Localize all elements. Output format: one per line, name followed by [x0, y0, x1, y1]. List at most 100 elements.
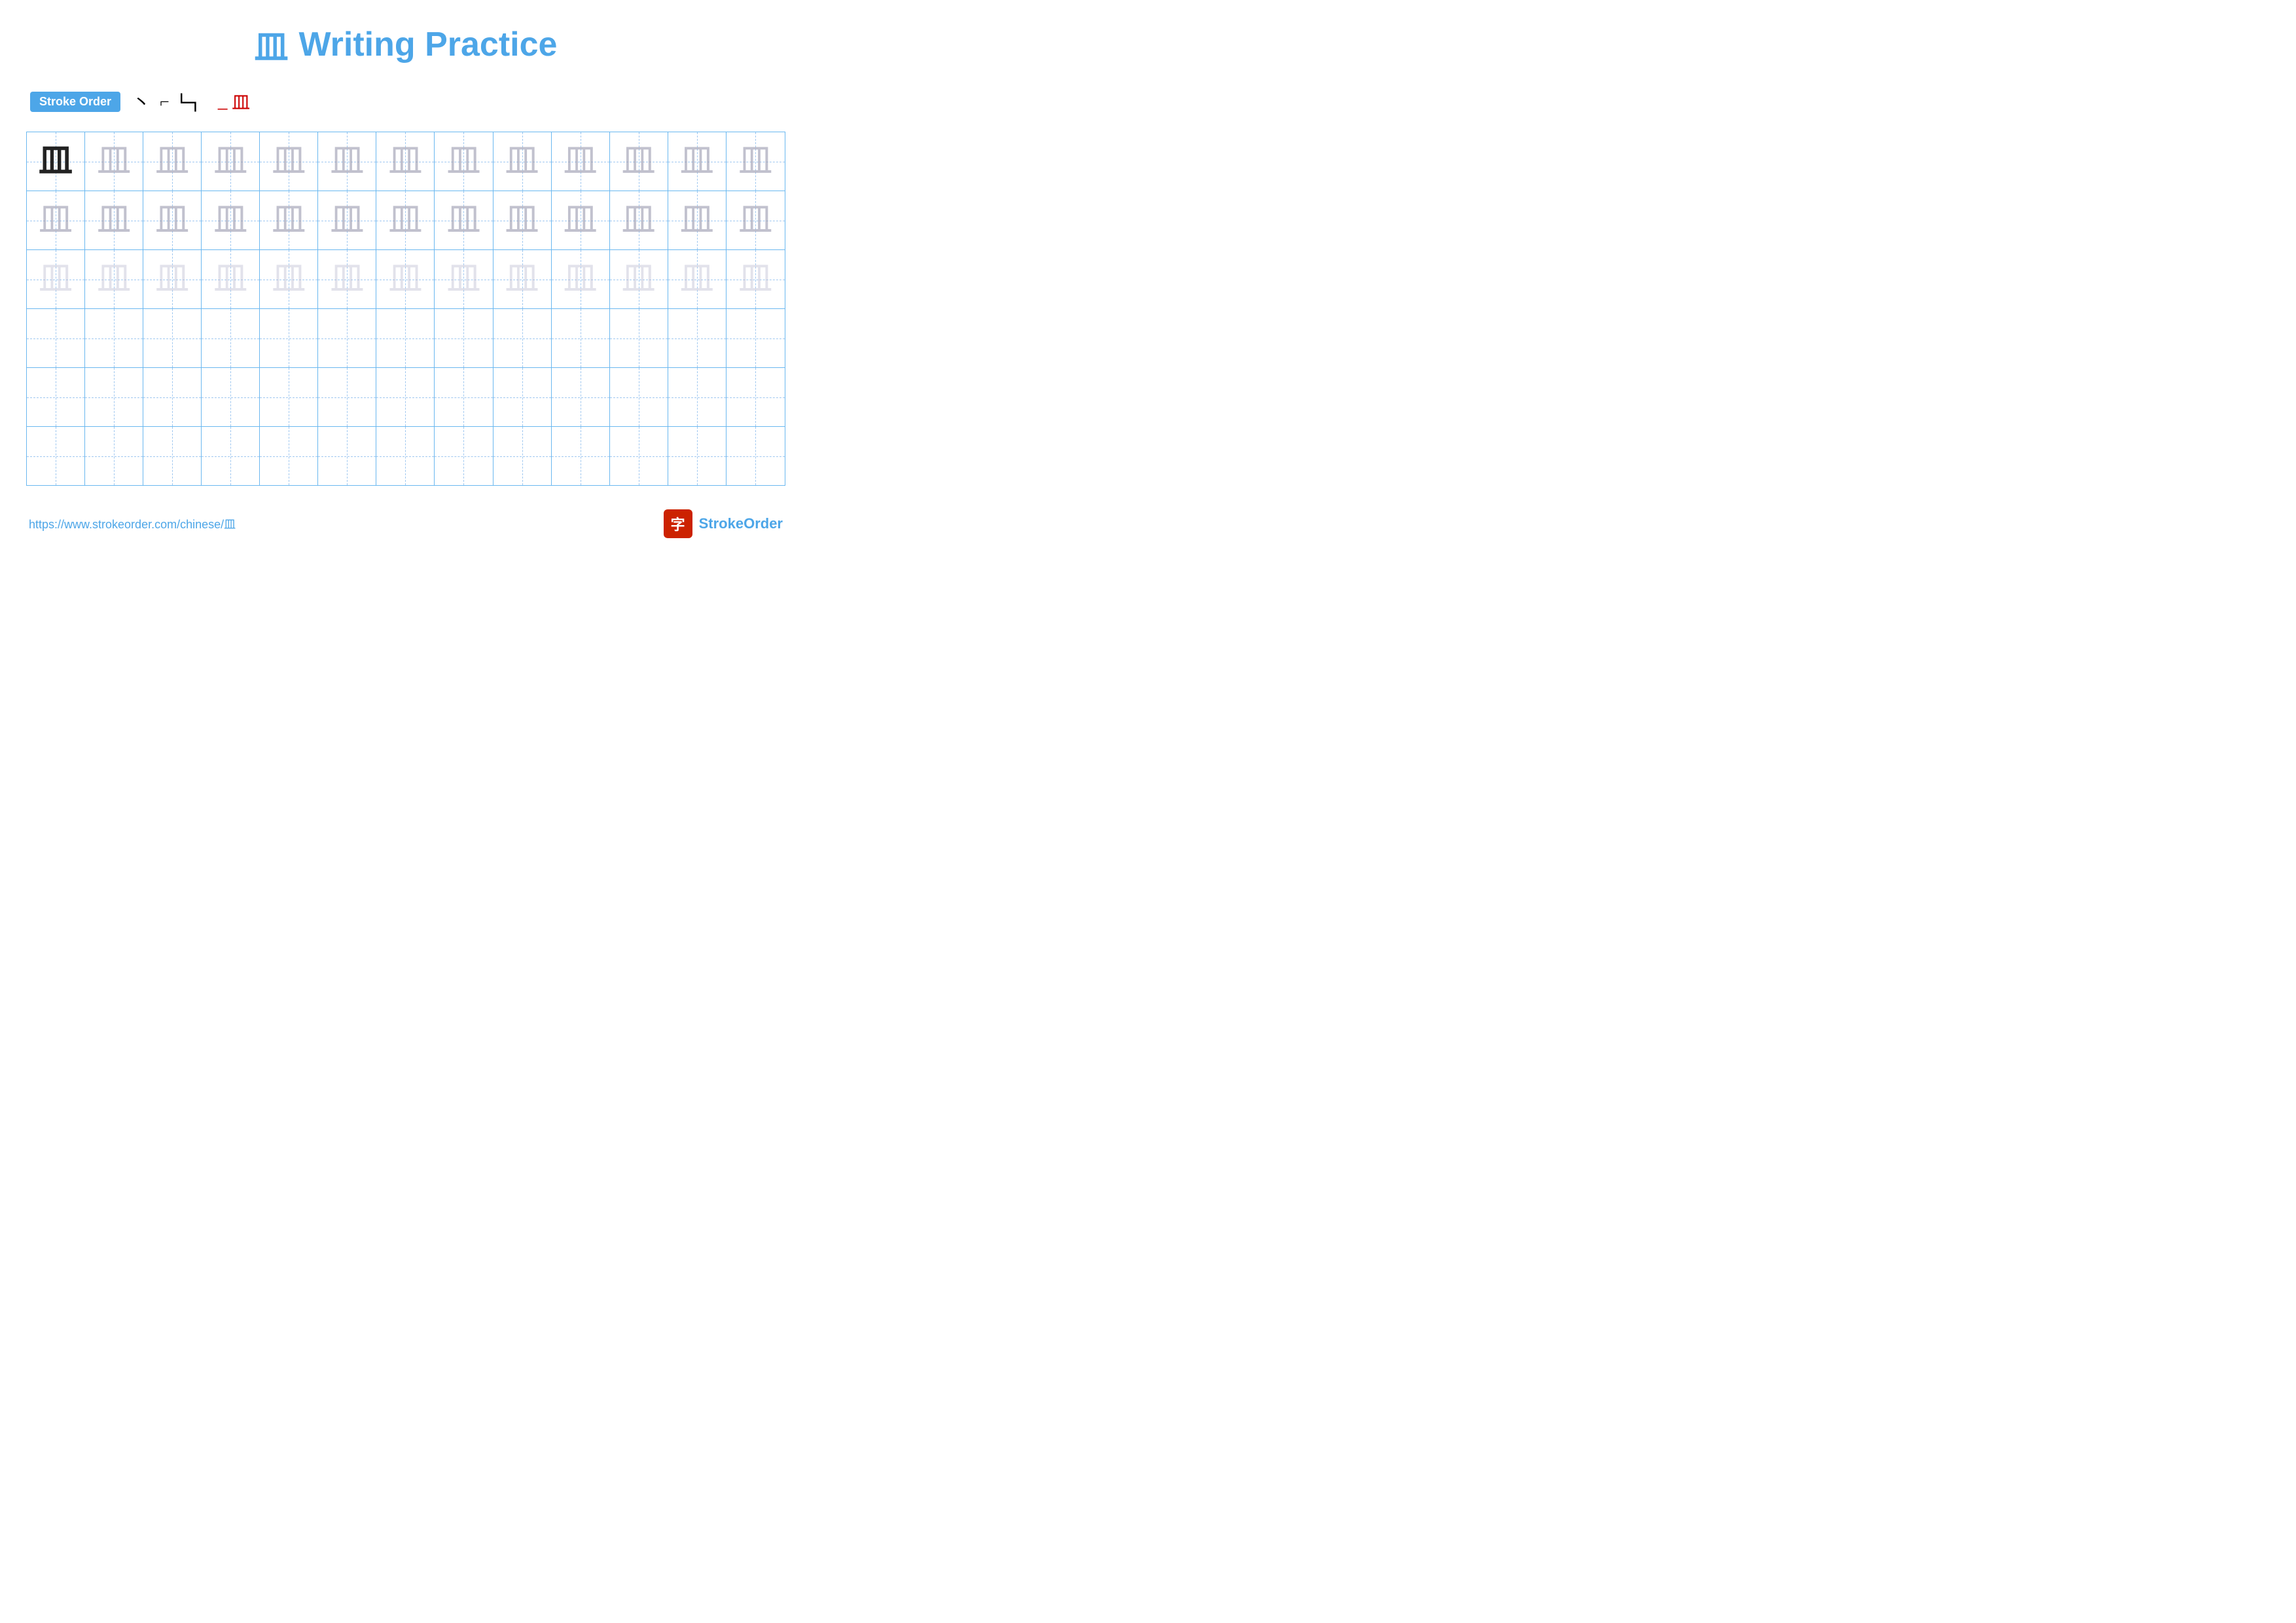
grid-cell [610, 309, 668, 367]
title-area: 皿 Writing Practice [26, 20, 785, 69]
grid-cell: 皿 [493, 250, 552, 308]
brand-icon: 字 [664, 509, 692, 538]
footer: https://www.strokeorder.com/chinese/皿 字 … [26, 509, 785, 538]
grid-cell [202, 368, 260, 426]
grid-cell [376, 309, 435, 367]
grid-cell: 皿 [435, 132, 493, 191]
brand-name: StrokeOrder [699, 515, 783, 532]
grid-cell: 皿 [610, 250, 668, 308]
grid-cell: 皿 [27, 250, 85, 308]
grid-cell [260, 427, 318, 485]
grid-cell: 皿 [376, 191, 435, 249]
grid-cell: 皿 [552, 132, 610, 191]
grid-cell: 皿 [726, 250, 785, 308]
grid-cell: 皿 [143, 132, 202, 191]
grid-cell [552, 309, 610, 367]
grid-cell [493, 309, 552, 367]
stroke-steps: 丶 ⌐ 𠃑 皿̲ 皿 [132, 87, 250, 116]
grid-cell [435, 309, 493, 367]
grid-cell [260, 368, 318, 426]
stroke-step-2: ⌐ [160, 91, 170, 112]
grid-cell: 皿 [27, 132, 85, 191]
grid-cell [610, 427, 668, 485]
page-title: Writing Practice [299, 25, 558, 64]
grid-cell: 皿 [493, 132, 552, 191]
grid-cell [202, 427, 260, 485]
grid-cell: 皿 [552, 250, 610, 308]
grid-cell [552, 427, 610, 485]
grid-row-1: 皿皿皿皿皿皿皿皿皿皿皿皿皿 [27, 132, 785, 191]
grid-cell [27, 427, 85, 485]
grid-cell: 皿 [202, 250, 260, 308]
grid-cell [202, 309, 260, 367]
stroke-step-5: 皿 [232, 88, 250, 115]
grid-cell: 皿 [318, 250, 376, 308]
grid-cell: 皿 [435, 191, 493, 249]
grid-cell [552, 368, 610, 426]
grid-cell [435, 368, 493, 426]
grid-cell [493, 427, 552, 485]
grid-cell [726, 368, 785, 426]
practice-grid: 皿皿皿皿皿皿皿皿皿皿皿皿皿皿皿皿皿皿皿皿皿皿皿皿皿皿皿皿皿皿皿皿皿皿皿皿皿皿皿 [26, 132, 785, 486]
grid-cell: 皿 [27, 191, 85, 249]
grid-cell [668, 309, 726, 367]
grid-cell: 皿 [85, 191, 143, 249]
grid-row-6 [27, 427, 785, 485]
grid-cell: 皿 [85, 250, 143, 308]
grid-cell [260, 309, 318, 367]
grid-cell: 皿 [376, 132, 435, 191]
grid-cell [493, 368, 552, 426]
grid-cell: 皿 [376, 250, 435, 308]
grid-cell [143, 427, 202, 485]
grid-cell: 皿 [726, 132, 785, 191]
grid-cell [610, 368, 668, 426]
grid-cell: 皿 [260, 132, 318, 191]
grid-cell [85, 309, 143, 367]
grid-cell [85, 368, 143, 426]
grid-cell: 皿 [202, 132, 260, 191]
grid-cell [143, 309, 202, 367]
grid-cell: 皿 [318, 191, 376, 249]
grid-cell: 皿 [610, 132, 668, 191]
title-character: 皿 [255, 20, 289, 69]
grid-cell: 皿 [85, 132, 143, 191]
grid-cell [376, 368, 435, 426]
footer-url: https://www.strokeorder.com/chinese/皿 [29, 515, 236, 532]
grid-cell [27, 309, 85, 367]
grid-cell [726, 427, 785, 485]
grid-cell: 皿 [202, 191, 260, 249]
grid-cell: 皿 [260, 250, 318, 308]
grid-cell [435, 427, 493, 485]
grid-cell: 皿 [435, 250, 493, 308]
grid-cell [318, 309, 376, 367]
grid-cell: 皿 [143, 250, 202, 308]
grid-cell [85, 427, 143, 485]
grid-cell [726, 309, 785, 367]
stroke-step-1: 丶 [132, 88, 151, 115]
grid-cell: 皿 [668, 132, 726, 191]
grid-row-3: 皿皿皿皿皿皿皿皿皿皿皿皿皿 [27, 250, 785, 309]
footer-brand: 字 StrokeOrder [664, 509, 783, 538]
stroke-step-4: 皿̲ [207, 90, 223, 113]
grid-cell [27, 368, 85, 426]
grid-cell: 皿 [143, 191, 202, 249]
grid-cell [668, 368, 726, 426]
grid-cell: 皿 [668, 250, 726, 308]
grid-cell [376, 427, 435, 485]
grid-cell: 皿 [668, 191, 726, 249]
stroke-order-row: Stroke Order 丶 ⌐ 𠃑 皿̲ 皿 [26, 87, 785, 116]
grid-cell: 皿 [493, 191, 552, 249]
stroke-step-3: 𠃑 [179, 87, 198, 116]
grid-cell: 皿 [318, 132, 376, 191]
grid-cell: 皿 [552, 191, 610, 249]
grid-cell [143, 368, 202, 426]
grid-cell [318, 368, 376, 426]
grid-cell [318, 427, 376, 485]
stroke-order-badge: Stroke Order [30, 92, 120, 112]
grid-cell: 皿 [260, 191, 318, 249]
grid-cell: 皿 [726, 191, 785, 249]
grid-cell: 皿 [610, 191, 668, 249]
grid-row-4 [27, 309, 785, 368]
grid-row-5 [27, 368, 785, 427]
grid-row-2: 皿皿皿皿皿皿皿皿皿皿皿皿皿 [27, 191, 785, 250]
